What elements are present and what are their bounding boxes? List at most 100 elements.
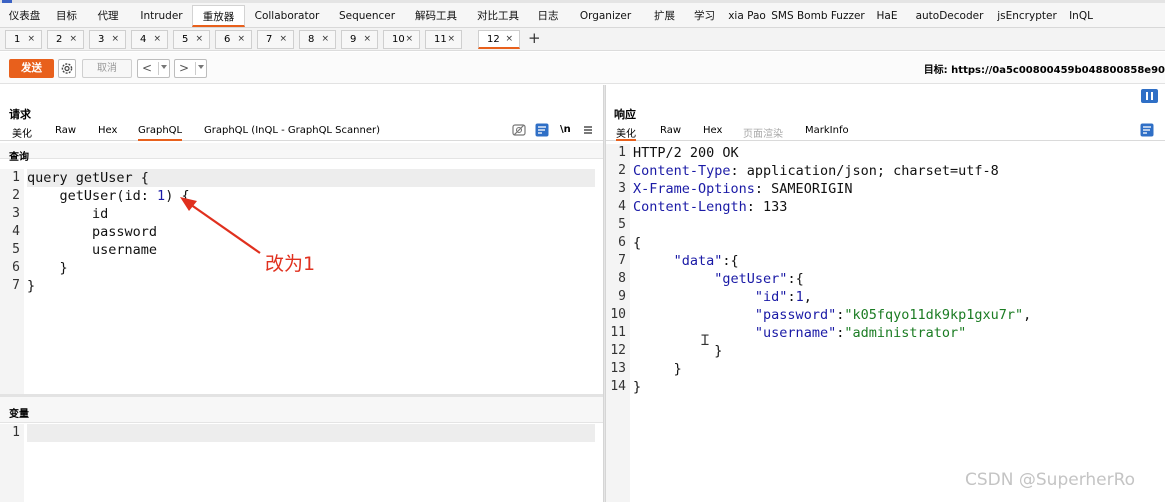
code-token: "administrator" (844, 325, 967, 341)
response-title: 响应 (614, 108, 636, 121)
menu-item-14[interactable]: SMS Bomb Fuzzer (770, 5, 866, 27)
code-token: 1 (795, 289, 804, 305)
repeater-toolbar: 发送 取消 < > 目标: https://0a5c00800459b04880… (0, 52, 1165, 84)
close-icon[interactable]: × (195, 31, 203, 48)
repeater-tab-10[interactable]: 10 × (383, 30, 420, 49)
code-token: X-Frame-Options (633, 181, 755, 197)
menu-item-3[interactable]: Intruder (131, 5, 192, 27)
repeater-tab-12[interactable]: 12 × (478, 30, 520, 49)
menu-item-9[interactable]: 日志 (529, 5, 567, 27)
line-number: 10 (610, 307, 626, 322)
repeater-tab-4[interactable]: 4 × (131, 30, 168, 49)
request-tab-3[interactable]: GraphQL (138, 125, 183, 141)
request-tab-2[interactable]: Hex (98, 125, 117, 141)
menu-item-18[interactable]: InQL (1063, 5, 1099, 27)
hide-icon[interactable] (512, 123, 526, 137)
forward-button[interactable]: > (174, 59, 207, 78)
menu-item-10[interactable]: Organizer (567, 5, 644, 27)
menu-item-16[interactable]: autoDecoder (908, 5, 991, 27)
request-title: 请求 (9, 108, 31, 121)
menu-item-17[interactable]: jsEncrypter (991, 5, 1063, 27)
repeater-tab-8[interactable]: 8 × (299, 30, 336, 49)
code-line: "password":"k05fqyo11dk9kp1gxu7r", (633, 306, 1157, 324)
code-token: :{ (722, 253, 739, 269)
variables-editor[interactable]: 1 (0, 424, 603, 502)
menu-item-0[interactable]: 仪表盘 (1, 5, 48, 27)
menu-item-12[interactable]: 学习 (685, 5, 724, 27)
close-icon[interactable]: × (405, 31, 413, 48)
code-token: : SAMEORIGIN (754, 181, 853, 197)
code-token: password (27, 224, 158, 240)
repeater-tab-7[interactable]: 7 × (257, 30, 294, 49)
code-line: "id":1, (633, 288, 1157, 306)
query-editor[interactable]: 1 2 3 4 5 6 7 query getUser { getUser(id: 1) {… (0, 169, 603, 394)
response-tab-1[interactable]: Raw (660, 125, 681, 141)
code-token: id (27, 206, 109, 222)
close-icon[interactable]: × (27, 31, 35, 48)
close-icon[interactable]: × (153, 31, 161, 48)
format-icon[interactable] (1140, 123, 1154, 137)
target-url[interactable]: 目标: https://0a5c00800459b048800858e90 (924, 61, 1165, 76)
close-icon[interactable]: × (237, 31, 245, 48)
close-icon[interactable]: × (321, 31, 329, 48)
close-icon[interactable]: × (505, 31, 513, 48)
repeater-tab-2[interactable]: 2 × (47, 30, 84, 49)
line-number: 5 (12, 242, 20, 257)
back-button[interactable]: < (137, 59, 170, 78)
menu-item-13[interactable]: xia Pao (724, 5, 770, 27)
line-number: 3 (12, 206, 20, 221)
menu-icon[interactable] (581, 123, 595, 137)
chevron-right-icon: > (179, 61, 190, 75)
code-token: "k05fqyo11dk9kp1gxu7r" (844, 307, 1024, 323)
repeater-tab-6[interactable]: 6 × (215, 30, 252, 49)
line-number: 7 (618, 253, 626, 268)
response-tab-3[interactable]: 页面渲染 (743, 125, 783, 141)
cancel-button[interactable]: 取消 (82, 59, 132, 78)
close-icon[interactable]: × (363, 31, 371, 48)
menu-item-5[interactable]: Collaborator (245, 5, 329, 27)
tab-label: 8 (308, 34, 315, 45)
repeater-tab-3[interactable]: 3 × (89, 30, 126, 49)
menu-item-2[interactable]: 代理 (85, 5, 131, 27)
menu-item-11[interactable]: 扩展 (644, 5, 685, 27)
menu-item-7[interactable]: 解码工具 (405, 5, 467, 27)
repeater-tab-11[interactable]: 11 × (425, 30, 462, 49)
menu-item-1[interactable]: 目标 (48, 5, 85, 27)
repeater-tab-1[interactable]: 1 × (5, 30, 42, 49)
response-tab-0[interactable]: 美化 (616, 125, 636, 141)
response-tab-2[interactable]: Hex (703, 125, 722, 141)
request-tab-1[interactable]: Raw (55, 125, 76, 141)
add-tab-icon[interactable]: + (528, 29, 541, 47)
response-tab-4[interactable]: MarkInfo (805, 125, 849, 141)
menu-item-15[interactable]: HaE (866, 5, 908, 27)
code-token: } (27, 278, 36, 294)
request-tab-4[interactable]: GraphQL (InQL - GraphQL Scanner) (204, 125, 380, 141)
close-icon[interactable]: × (111, 31, 119, 48)
request-tab-0[interactable]: 美化 (12, 125, 32, 141)
tab-label: 6 (224, 34, 231, 45)
layout-toggle-icon[interactable] (1141, 89, 1158, 103)
repeater-tab-5[interactable]: 5 × (173, 30, 210, 49)
format-icon[interactable] (535, 123, 549, 137)
menu-item-4[interactable]: 重放器 (192, 5, 245, 27)
close-icon[interactable]: × (279, 31, 287, 48)
close-icon[interactable]: × (447, 31, 455, 48)
line-number: 6 (12, 260, 20, 275)
response-editor[interactable]: 1 2 3 4 5 6 7 8 9 10 11 12 13 14 HTTP/2 200 OK Content… (606, 144, 1165, 502)
line-number: 5 (618, 217, 626, 232)
line-gutter: 1 2 3 4 5 6 7 (0, 169, 24, 394)
code-token: :{ (787, 271, 804, 287)
line-gutter: 1 2 3 4 5 6 7 8 9 10 11 12 13 14 (606, 144, 630, 502)
code-line: } (27, 277, 595, 295)
menu-item-6[interactable]: Sequencer (329, 5, 405, 27)
menu-item-8[interactable]: 对比工具 (467, 5, 529, 27)
repeater-tab-9[interactable]: 9 × (341, 30, 378, 49)
close-icon[interactable]: × (69, 31, 77, 48)
line-number: 13 (610, 361, 626, 376)
gear-icon[interactable] (58, 59, 76, 78)
line-number: 7 (12, 278, 20, 293)
request-panel: 请求 美化 Raw Hex GraphQL GraphQL (InQL - GraphQ… (0, 85, 603, 502)
wrap-toggle[interactable]: \n (560, 124, 571, 135)
send-button[interactable]: 发送 (9, 59, 54, 78)
